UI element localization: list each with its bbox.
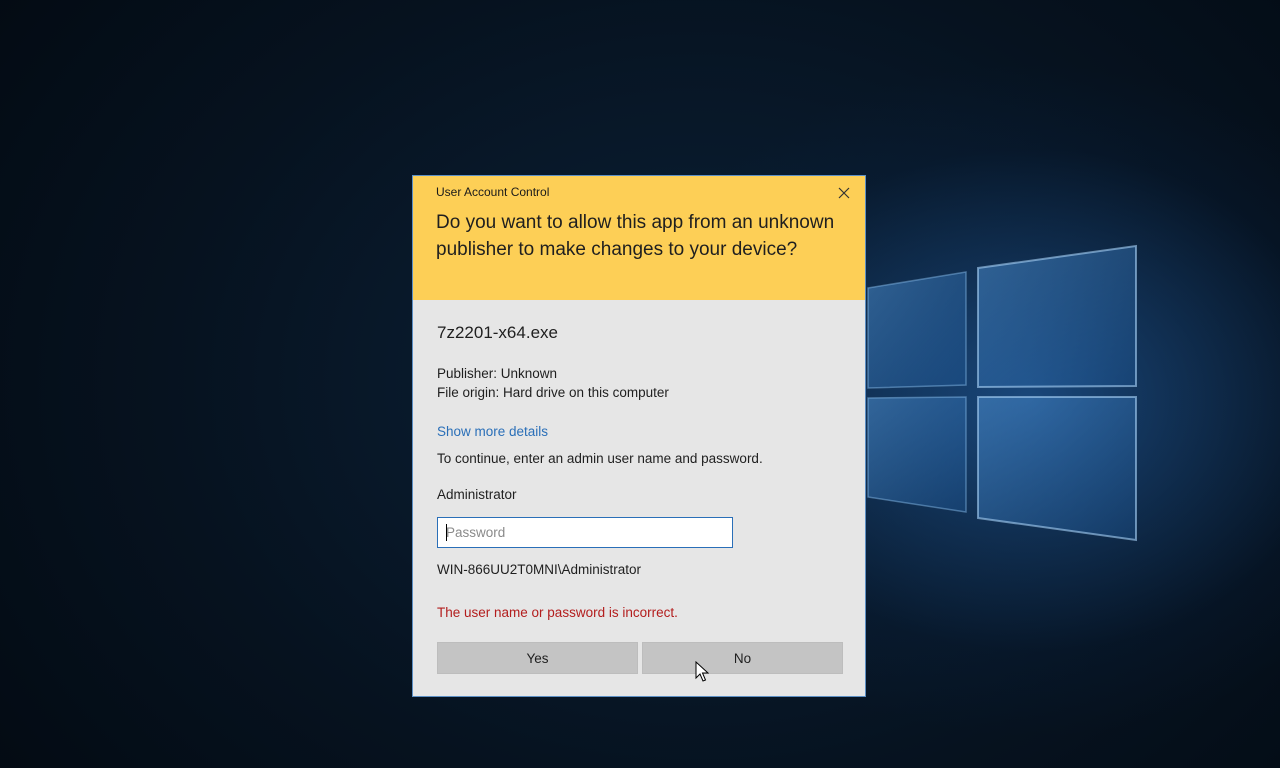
close-icon <box>838 187 850 199</box>
no-button[interactable]: No <box>642 642 843 674</box>
file-origin-info: File origin: Hard drive on this computer <box>437 385 669 400</box>
publisher-info: Publisher: Unknown <box>437 366 558 381</box>
password-field[interactable] <box>437 517 733 548</box>
uac-dialog: User Account Control Do you want to allo… <box>412 175 866 697</box>
dialog-question: Do you want to allow this app from an un… <box>436 212 835 260</box>
username-label: Administrator <box>437 487 517 502</box>
show-more-details-link[interactable]: Show more details <box>437 424 548 439</box>
account-label: WIN-866UU2T0MNI\Administrator <box>437 562 642 577</box>
app-name: 7z2201-x64.exe <box>437 323 558 342</box>
mouse-pointer-icon <box>695 661 709 682</box>
yes-button[interactable]: Yes <box>437 642 638 674</box>
uac-header: User Account Control Do you want to allo… <box>413 176 865 300</box>
text-caret <box>446 524 447 541</box>
dialog-title: User Account Control <box>436 185 550 199</box>
close-button[interactable] <box>833 182 855 204</box>
instruction-text: To continue, enter an admin user name an… <box>437 451 763 466</box>
error-message: The user name or password is incorrect. <box>437 605 678 620</box>
